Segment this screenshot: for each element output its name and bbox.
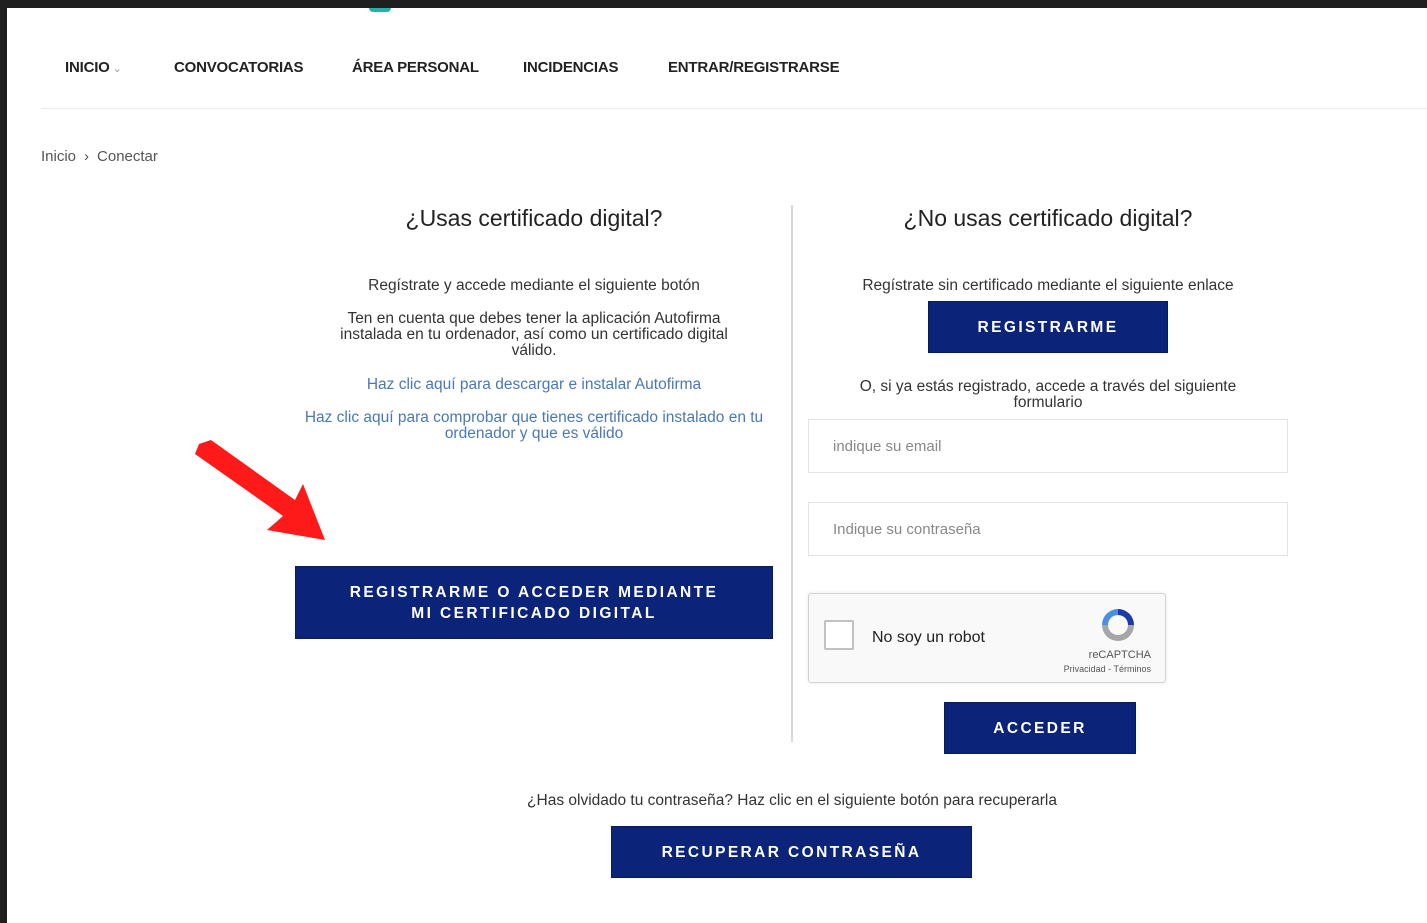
recover-password-button[interactable]: RECUPERAR CONTRASEÑA: [611, 826, 972, 878]
autofirma-note: Ten en cuenta que debes tener la aplicac…: [340, 310, 728, 359]
red-arrow-icon: [195, 440, 325, 540]
nav-item-label: INICIO: [65, 59, 110, 76]
login-intro: O, si ya estás registrado, accede a trav…: [859, 378, 1237, 411]
password-input[interactable]: [808, 502, 1288, 556]
nav-item-convocatorias[interactable]: CONVOCATORIAS: [174, 59, 304, 76]
nav-item-area-personal[interactable]: ÁREA PERSONAL: [352, 59, 479, 76]
recaptcha-checkbox[interactable]: [824, 620, 854, 650]
main-nav: INICIO ⌄ CONVOCATORIAS ÁREA PERSONAL INCI…: [41, 8, 1427, 109]
nav-item-entrar-registrarse[interactable]: ENTRAR/REGISTRARSE: [668, 59, 840, 76]
no-certificate-intro: Regístrate sin certificado mediante el s…: [862, 277, 1234, 294]
register-button[interactable]: REGISTRARME: [928, 301, 1168, 353]
breadcrumb-home[interactable]: Inicio: [41, 148, 76, 165]
recaptcha-label: No soy un robot: [872, 629, 985, 646]
chevron-right-icon: ›: [84, 148, 90, 165]
column-divider: [791, 205, 793, 742]
breadcrumb: Inicio › Conectar: [41, 148, 158, 165]
forgot-password-text: ¿Has olvidado tu contraseña? Haz clic en…: [527, 792, 1057, 809]
nav-item-incidencias[interactable]: INCIDENCIAS: [523, 59, 619, 76]
recaptcha-logo-icon: [1102, 609, 1134, 641]
download-autofirma-link[interactable]: Haz clic aquí para descargar e instalar …: [295, 377, 773, 393]
recaptcha-widget: No soy un robot reCAPTCHA Privacidad - T…: [808, 593, 1166, 683]
chevron-down-icon: ⌄: [112, 63, 122, 75]
no-certificate-title: ¿No usas certificado digital?: [903, 205, 1193, 231]
certificate-login-button[interactable]: REGISTRARME O ACCEDER MEDIANTE MI CERTIF…: [295, 566, 773, 639]
breadcrumb-current: Conectar: [97, 148, 158, 165]
certificate-title: ¿Usas certificado digital?: [405, 205, 663, 231]
login-button[interactable]: ACCEDER: [944, 702, 1136, 754]
check-certificate-link[interactable]: Haz clic aquí para comprobar que tienes …: [295, 410, 773, 442]
email-input[interactable]: [808, 419, 1288, 473]
recaptcha-brand: reCAPTCHA: [1088, 649, 1151, 661]
page: INICIO ⌄ CONVOCATORIAS ÁREA PERSONAL INCI…: [7, 8, 1427, 923]
certificate-intro: Regístrate y accede mediante el siguient…: [368, 277, 700, 294]
nav-item-inicio[interactable]: INICIO ⌄: [65, 59, 122, 76]
recaptcha-terms-link[interactable]: Privacidad - Términos: [1064, 664, 1151, 674]
